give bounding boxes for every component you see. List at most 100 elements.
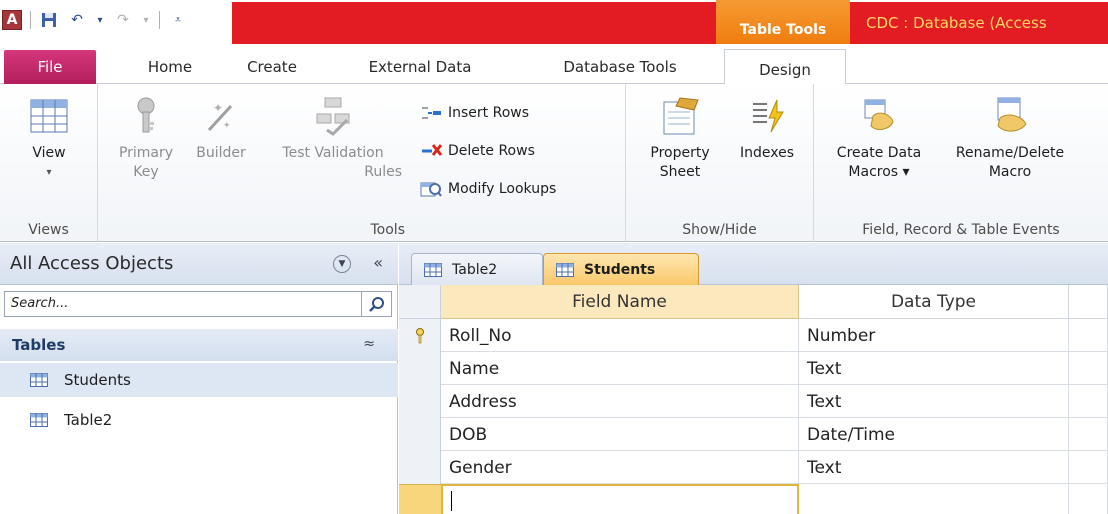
data-type-column-header[interactable]: Data Type [799,285,1069,319]
table-row[interactable]: Gender Text [441,451,1108,484]
data-type-cell[interactable]: Text [799,352,1069,385]
field-name-cell[interactable]: Name [441,352,799,385]
new-row-selector[interactable] [399,484,441,514]
primary-key-label: Primary [118,145,174,161]
search-input[interactable]: Search... [4,291,362,317]
rename-delete-macro-button[interactable]: Rename/Delete Macro [942,96,1078,182]
row-selector[interactable] [399,451,441,484]
description-cell[interactable] [1069,319,1108,352]
primary-key-indicator-icon[interactable] [399,319,441,352]
table-row[interactable]: Roll_No Number [441,319,1108,352]
undo-icon[interactable]: ↶ [67,10,87,30]
table-icon [556,262,574,277]
property-sheet-label-2: Sheet [659,164,701,180]
table-icon [30,373,48,387]
new-data-type-cell[interactable] [799,484,1069,514]
table-row[interactable]: Name Text [441,352,1108,385]
row-selector[interactable] [399,418,441,451]
key-icon [137,97,155,133]
qat-separator [159,11,160,29]
nav-item-table2[interactable]: Table2 [0,403,398,437]
document-area: Table2 Students Field Name Data Type Rol… [399,243,1108,514]
field-name-cell[interactable]: Address [441,385,799,418]
data-type-cell[interactable]: Date/Time [799,418,1069,451]
quick-access-toolbar: A ↶ ▾ ↷ ▾ ⩡ [2,4,188,36]
create-data-macros-button[interactable]: Create Data Macros ▾ [824,96,934,182]
indexes-button[interactable]: Indexes [728,96,806,163]
property-sheet-label: Property [650,145,710,161]
insert-rows-button[interactable]: Insert Rows [420,104,529,122]
data-type-cell[interactable]: Text [799,451,1069,484]
undo-dropdown-icon[interactable]: ▾ [95,10,105,30]
document-tab-students[interactable]: Students [543,253,699,285]
views-group-label: Views [28,222,69,238]
tables-group-label: Tables [12,336,66,354]
collapse-chevron-icon[interactable]: ≈ [363,336,375,352]
shutter-bar-collapse-icon[interactable]: « [373,253,383,272]
tab-create[interactable]: Create [232,50,312,84]
description-cell[interactable] [1069,484,1108,514]
property-sheet-icon [663,97,699,135]
data-type-cell[interactable]: Text [799,385,1069,418]
view-button[interactable]: View ▾ [14,96,84,182]
builder-button[interactable]: ✦ ✦ Builder [184,96,258,163]
customize-qat-icon[interactable]: ⩡ [168,10,188,30]
description-cell[interactable] [1069,352,1108,385]
row-selector[interactable] [399,385,441,418]
field-name-cell[interactable]: DOB [441,418,799,451]
builder-wand-icon: ✦✦ [207,101,233,132]
field-name-column-header[interactable]: Field Name [441,285,799,319]
table-icon [30,413,48,427]
new-field-name-input[interactable] [441,484,799,514]
document-tab-table2[interactable]: Table2 [411,253,543,285]
rename-delete-macro-label-2: Macro [988,164,1032,180]
modify-lookups-icon [420,182,442,197]
test-validation-label-2: Rules [364,164,402,180]
navigation-pane: All Access Objects ▼ « Search... Tables … [0,243,398,514]
tab-external-data[interactable]: External Data [330,50,510,84]
ribbon-tabs: File Home Create External Data Database … [0,44,1108,90]
select-all-corner[interactable] [399,285,441,319]
indexes-lightning-icon [753,99,784,133]
datasheet-view-icon [30,99,68,133]
description-column-header[interactable] [1069,285,1108,319]
insert-rows-icon [422,107,441,119]
field-name-cell[interactable]: Roll_No [441,319,799,352]
table-icon [424,262,442,277]
redo-icon: ↷ [117,12,129,28]
row-selector[interactable] [399,352,441,385]
description-cell[interactable] [1069,451,1108,484]
delete-rows-label: Delete Rows [448,143,535,159]
view-dropdown-icon: ▾ [46,167,52,178]
search-icon[interactable] [362,291,392,317]
table-row[interactable]: Address Text [441,385,1108,418]
field-name-cell[interactable]: Gender [441,451,799,484]
tools-group-label: Tools [370,222,406,238]
delete-rows-button[interactable]: Delete Rows [420,142,535,160]
tab-file[interactable]: File [4,50,96,84]
rename-delete-macro-icon [997,97,1027,132]
redo-dropdown-icon: ▾ [143,14,149,26]
property-sheet-button[interactable]: Property Sheet [638,96,722,182]
nav-item-students[interactable]: Students [0,363,398,397]
new-table-row[interactable] [441,484,1108,514]
navigation-pane-title: All Access Objects [10,253,174,274]
description-cell[interactable] [1069,385,1108,418]
primary-key-button[interactable]: Primary Key [106,96,186,182]
modify-lookups-button[interactable]: Modify Lookups [420,180,556,198]
access-logo-icon[interactable]: A [2,10,22,30]
delete-rows-icon [422,144,442,156]
description-cell[interactable] [1069,418,1108,451]
window-title: CDC : Database (Access [850,2,1108,44]
tables-group-header[interactable]: Tables [0,329,398,361]
test-validation-rules-button[interactable]: Test Validation Rules [258,96,408,182]
table-row[interactable]: DOB Date/Time [441,418,1108,451]
nav-menu-dropdown-icon[interactable]: ▼ [333,255,351,273]
tab-database-tools[interactable]: Database Tools [530,50,710,84]
save-icon[interactable] [39,10,59,30]
tab-home[interactable]: Home [130,50,210,84]
svg-text:✦: ✦ [213,101,223,115]
insert-rows-label: Insert Rows [448,105,530,121]
qat-separator [30,11,31,29]
data-type-cell[interactable]: Number [799,319,1069,352]
